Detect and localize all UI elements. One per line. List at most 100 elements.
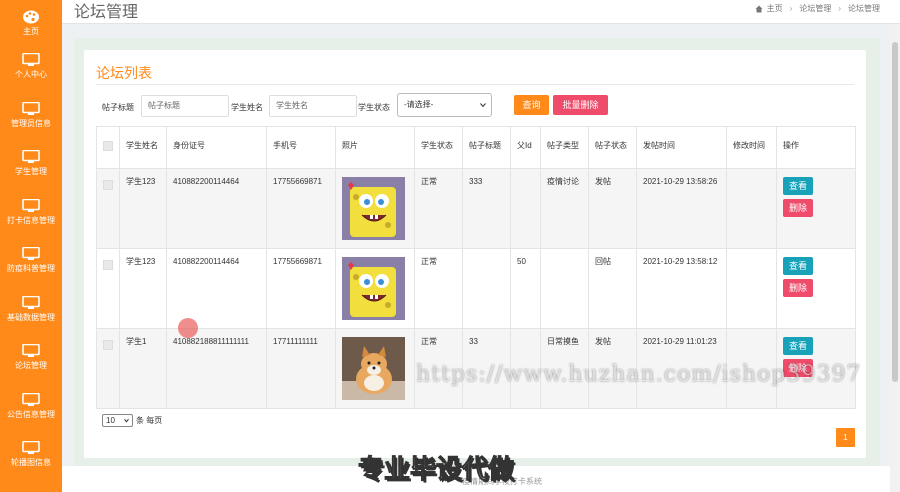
sidebar-item-student-management[interactable]: 学生管理 — [0, 139, 62, 188]
cell-student-status: 正常 — [414, 248, 463, 329]
row-checkbox[interactable] — [103, 260, 113, 270]
cell-student-name: 学生123 — [119, 168, 167, 249]
sidebar-item-label: 学生管理 — [15, 167, 47, 177]
column-header: 操作 — [776, 126, 856, 169]
cell-photo — [335, 248, 415, 329]
cell-phone: 17711111111 — [266, 328, 336, 409]
sidebar-item-epidemic-science[interactable]: 防疫科普管理 — [0, 236, 62, 285]
spongebob-photo — [342, 257, 405, 320]
divider — [96, 84, 854, 85]
cell-parent-id: 50 — [510, 248, 541, 329]
video-caption: 专业毕设代做 — [357, 454, 515, 485]
cell-parent-id — [510, 168, 541, 249]
column-header: 照片 — [335, 126, 415, 169]
search-filters: 帖子标题 帖子标题 学生姓名 学生姓名 学生状态 -请选择- 查询 批量删除 — [102, 93, 862, 121]
delete-button[interactable]: 删除 — [783, 199, 813, 217]
column-header: 学生姓名 — [119, 126, 167, 169]
forum-list-panel: 论坛列表 帖子标题 帖子标题 学生姓名 学生姓名 学生状态 -请选择- 查询 批… — [84, 50, 866, 458]
scrollbar-thumb[interactable] — [892, 42, 898, 382]
cell-phone: 17755669871 — [266, 248, 336, 329]
breadcrumb-separator: › — [838, 4, 841, 13]
monitor-icon — [22, 150, 40, 164]
column-header: 修改时间 — [726, 126, 777, 169]
top-header: 论坛管理 主页 › 论坛管理 › 论坛管理 — [62, 0, 900, 24]
sidebar-item-label: 论坛管理 — [15, 361, 47, 371]
sidebar-item-label: 主页 — [23, 27, 39, 36]
cell-post-title — [462, 248, 511, 329]
student-name-input[interactable]: 学生姓名 — [269, 95, 357, 117]
sidebar-item-label: 公告信息管理 — [7, 409, 55, 419]
breadcrumb-forum[interactable]: 论坛管理 — [799, 3, 831, 14]
cell-id-card: 410882200114464 — [166, 168, 267, 249]
monitor-icon — [22, 392, 40, 406]
watermark-text: https://www.huzhan.com/ishop39397 — [416, 362, 862, 387]
column-header: 帖子状态 — [588, 126, 637, 169]
column-header: 身份证号 — [166, 126, 267, 169]
sidebar-item-notice-management[interactable]: 公告信息管理 — [0, 382, 62, 431]
page-title: 论坛管理 — [74, 4, 139, 21]
cell-photo — [335, 168, 415, 249]
post-title-input[interactable]: 帖子标题 — [141, 95, 229, 117]
cell-modify-time — [726, 248, 777, 329]
sidebar-item-label: 防疫科普管理 — [7, 264, 55, 274]
sidebar-item-admin-info[interactable]: 管理员信息 — [0, 91, 62, 140]
breadcrumb-current: 论坛管理 — [848, 4, 880, 13]
select-all-cell — [96, 126, 120, 169]
cell-modify-time — [726, 168, 777, 249]
cell-post-status: 发帖 — [588, 168, 637, 249]
monitor-icon — [22, 441, 40, 455]
select-all-checkbox[interactable] — [103, 141, 113, 152]
column-header: 帖子类型 — [540, 126, 589, 169]
student-status-selected: -请选择- — [404, 100, 434, 109]
monitor-icon — [22, 101, 40, 115]
sidebar-item-base-data[interactable]: 基础数据管理 — [0, 285, 62, 334]
cell-actions: 查看 删除 — [776, 168, 856, 249]
cell-student-name: 学生123 — [119, 248, 167, 329]
cell-post-type — [540, 248, 589, 329]
palette-icon — [23, 10, 39, 24]
sidebar-item-label: 轮播图信息 — [11, 458, 51, 468]
row-select-cell — [96, 328, 120, 409]
mouse-cursor-highlight — [178, 318, 198, 338]
table-header-row: 学生姓名 身份证号 手机号 照片 学生状态 帖子标题 父Id 帖子类型 帖子状态… — [96, 126, 856, 169]
cell-student-name: 学生1 — [119, 328, 167, 409]
student-name-label: 学生姓名 — [231, 103, 263, 112]
breadcrumb-home[interactable]: 主页 — [767, 3, 783, 14]
sidebar: 主页 个人中心 管理员信息 学生管理 打卡信息管理 防疫科普管理 基础数据管理 … — [0, 0, 62, 492]
page-size-value: 10 — [106, 416, 115, 425]
row-checkbox[interactable] — [103, 180, 113, 190]
view-button[interactable]: 查看 — [783, 257, 813, 275]
student-status-label: 学生状态 — [358, 103, 390, 112]
shiba-dog-photo — [342, 337, 405, 400]
batch-delete-button[interactable]: 批量删除 — [553, 95, 608, 115]
cell-post-type: 疫情讨论 — [540, 168, 589, 249]
column-header: 手机号 — [266, 126, 336, 169]
cell-id-card: 410882200114464 — [166, 248, 267, 329]
student-status-select[interactable]: -请选择- — [397, 93, 492, 117]
post-title-label: 帖子标题 — [102, 103, 134, 112]
row-select-cell — [96, 168, 120, 249]
cell-actions: 查看 删除 — [776, 248, 856, 329]
sidebar-item-checkin-management[interactable]: 打卡信息管理 — [0, 188, 62, 237]
monitor-icon — [22, 344, 40, 358]
sidebar-item-personal-center[interactable]: 个人中心 — [0, 42, 62, 91]
page-size-select[interactable]: 10 — [102, 414, 133, 427]
sidebar-item-label: 打卡信息管理 — [7, 215, 55, 225]
cell-post-title: 333 — [462, 168, 511, 249]
cell-post-status: 回帖 — [588, 248, 637, 329]
delete-button[interactable]: 删除 — [783, 279, 813, 297]
sidebar-item-carousel-info[interactable]: 轮播图信息 — [0, 430, 62, 479]
row-checkbox[interactable] — [103, 340, 113, 350]
page-number-button[interactable]: 1 — [836, 428, 855, 447]
monitor-icon — [22, 198, 40, 212]
breadcrumb-separator: › — [789, 4, 793, 13]
cell-student-status: 正常 — [414, 168, 463, 249]
view-button[interactable]: 查看 — [783, 177, 813, 195]
sidebar-item-label: 管理员信息 — [11, 118, 51, 128]
sidebar-item-home[interactable]: 主页 — [0, 0, 62, 42]
sidebar-item-forum-management[interactable]: 论坛管理 — [0, 333, 62, 382]
page-scrollbar[interactable] — [890, 24, 900, 492]
view-button[interactable]: 查看 — [783, 337, 813, 355]
query-button[interactable]: 查询 — [514, 95, 549, 115]
column-header: 父Id — [510, 126, 541, 169]
